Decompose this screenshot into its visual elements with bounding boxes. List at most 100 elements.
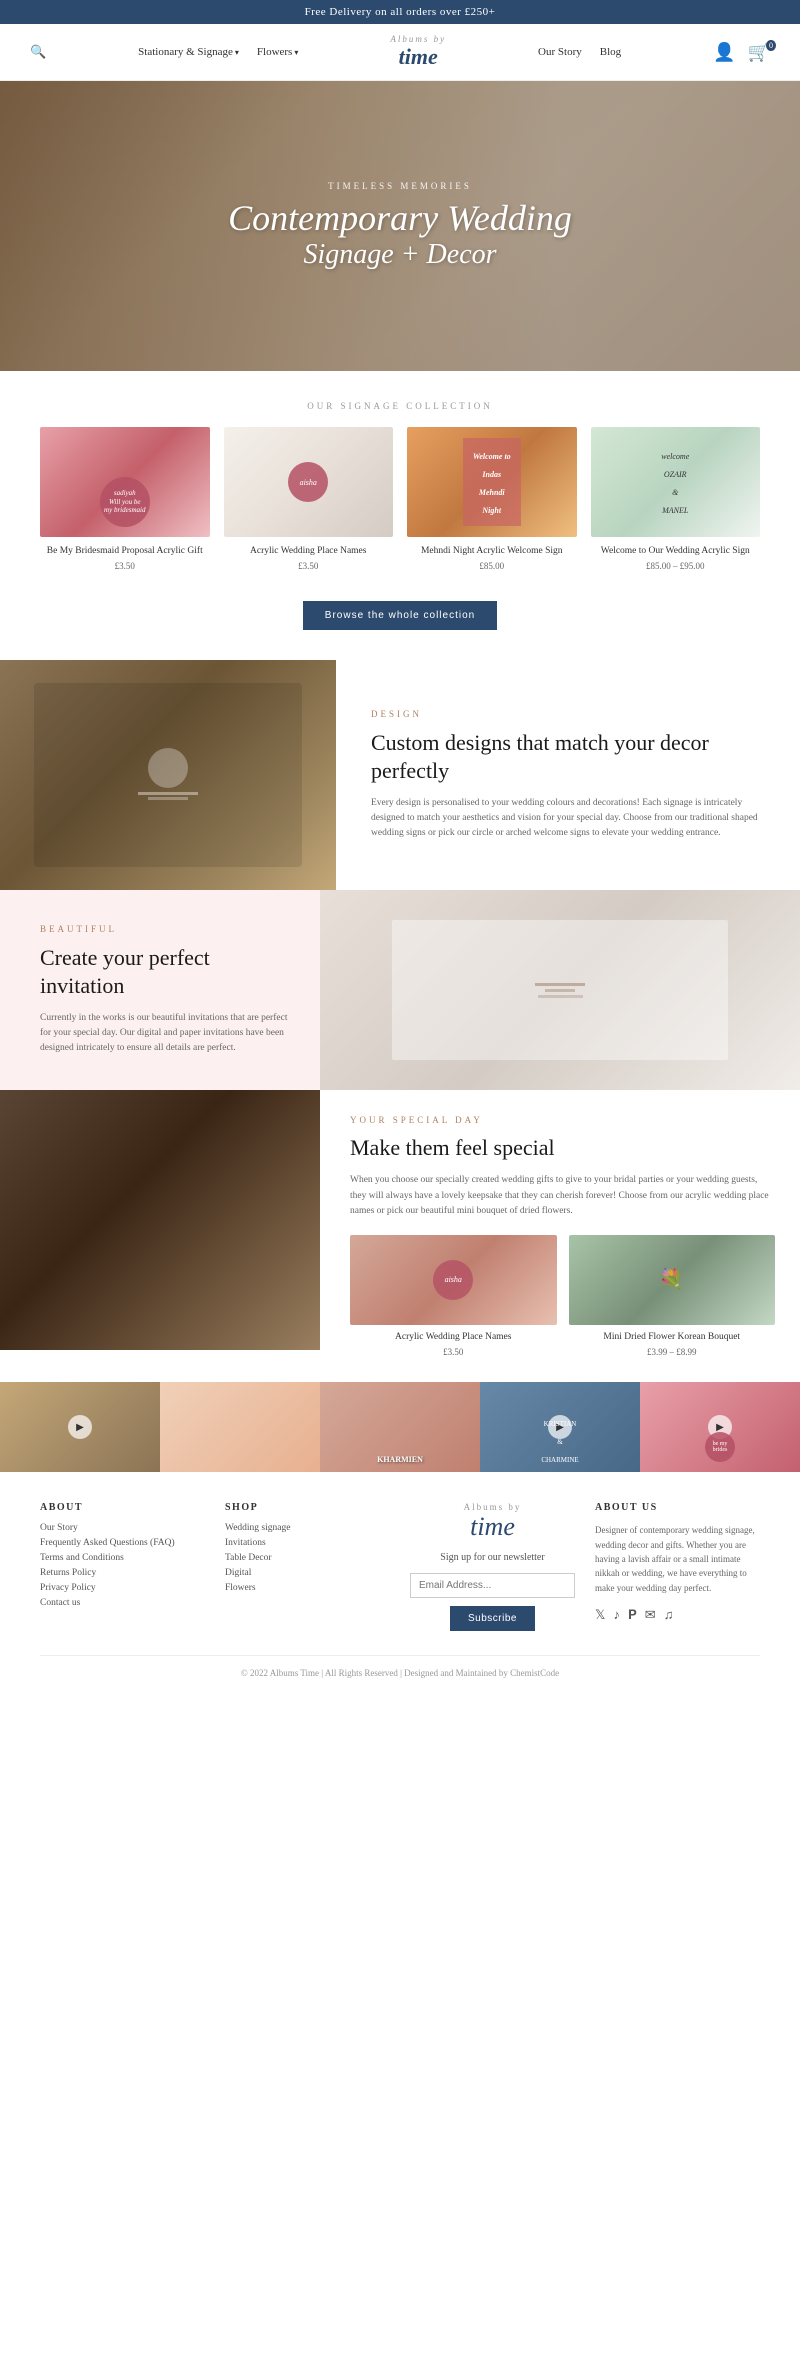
social-icon-tiktok[interactable]: ♪	[613, 1607, 620, 1623]
design-text-block: DESIGN Custom designs that match your de…	[336, 660, 800, 890]
banner-text: Free Delivery on all orders over £250+	[305, 6, 496, 18]
video-thumb-1[interactable]	[160, 1382, 320, 1472]
product-price-2: £85.00	[407, 561, 577, 571]
social-icon-pinterest[interactable]: 𝐏	[628, 1607, 637, 1623]
hero-subtitle: TIMELESS MEMORIES	[228, 181, 572, 191]
copyright-text: © 2022 Albums Time | All Rights Reserved…	[241, 1668, 559, 1678]
nav-logo-block[interactable]: Albums by time	[390, 34, 446, 70]
hero-title-line2: Signage + Decor	[228, 239, 572, 271]
special-product-price-0: £3.50	[350, 1347, 557, 1357]
special-day-body: When you choose our specially created we…	[350, 1173, 775, 1219]
hero-content: TIMELESS MEMORIES Contemporary Wedding S…	[228, 181, 572, 271]
site-logo[interactable]: time	[390, 44, 446, 70]
footer-social-icons: 𝕏 ♪ 𝐏 ✉ ♫	[595, 1607, 760, 1628]
footer-logo: Albums by time	[410, 1502, 575, 1542]
footer-about-us-col: ABOUT US Designer of contemporary weddin…	[595, 1502, 760, 1631]
account-icon[interactable]: 👤	[713, 42, 735, 63]
invitation-body-text: Currently in the works is our beautiful …	[40, 1011, 295, 1057]
footer-about-link-4[interactable]: Privacy Policy	[40, 1583, 205, 1593]
footer-about-link-5[interactable]: Contact us	[40, 1598, 205, 1608]
footer-shop-link-1[interactable]: Invitations	[225, 1538, 390, 1548]
special-product-price-1: £3.99 – £8.99	[569, 1347, 776, 1357]
special-day-category: YOUR SPECIAL DAY	[350, 1115, 775, 1125]
footer-shop-heading: SHOP	[225, 1502, 390, 1513]
nav-link-stationary[interactable]: Stationary & Signage	[138, 46, 239, 58]
design-heading: Custom designs that match your decor per…	[371, 729, 770, 784]
product-card-1[interactable]: aisha Acrylic Wedding Place Names £3.50	[224, 427, 394, 571]
play-button-0[interactable]: ▶	[68, 1415, 92, 1439]
invitation-image	[320, 890, 800, 1090]
footer: ABOUT Our Story Frequently Asked Questio…	[0, 1472, 800, 1698]
hero-title-line1: Contemporary Wedding	[228, 199, 572, 239]
signage-section: OUR SIGNAGE COLLECTION sadiyahWill you b…	[0, 371, 800, 660]
nav-link-flowers[interactable]: Flowers	[257, 46, 298, 58]
footer-shop-link-3[interactable]: Digital	[225, 1568, 390, 1578]
invitation-text-block: BEAUTIFUL Create your perfect invitation…	[0, 890, 320, 1090]
social-icon-email[interactable]: ✉	[645, 1607, 656, 1623]
footer-about-link-0[interactable]: Our Story	[40, 1523, 205, 1533]
product-name-0: Be My Bridesmaid Proposal Acrylic Gift	[40, 545, 210, 557]
special-product-name-0: Acrylic Wedding Place Names	[350, 1331, 557, 1343]
special-product-1[interactable]: 💐 Mini Dried Flower Korean Bouquet £3.99…	[569, 1235, 776, 1357]
newsletter-label: Sign up for our newsletter	[410, 1552, 575, 1563]
footer-shop-link-2[interactable]: Table Decor	[225, 1553, 390, 1563]
special-products-grid: aisha Acrylic Wedding Place Names £3.50 …	[350, 1235, 775, 1357]
design-body-text: Every design is personalised to your wed…	[371, 796, 770, 842]
products-grid: sadiyahWill you bemy bridesmaid Be My Br…	[40, 427, 760, 571]
invitation-heading: Create your perfect invitation	[40, 944, 295, 999]
top-banner: Free Delivery on all orders over £250+	[0, 0, 800, 24]
cart-icon[interactable]: 🛒0	[748, 42, 770, 63]
product-card-3[interactable]: welcomeOZAIR&MANEL Welcome to Our Weddin…	[591, 427, 761, 571]
browse-collection-button[interactable]: Browse the whole collection	[303, 601, 497, 630]
design-section: DESIGN Custom designs that match your de…	[0, 660, 800, 890]
special-day-content: YOUR SPECIAL DAY Make them feel special …	[320, 1090, 800, 1382]
video-thumb-3[interactable]: ▶ KRISTIAN&CHARMINE	[480, 1382, 640, 1472]
product-name-2: Mehndi Night Acrylic Welcome Sign	[407, 545, 577, 557]
product-image-0: sadiyahWill you bemy bridesmaid	[40, 427, 210, 537]
footer-about-link-2[interactable]: Terms and Conditions	[40, 1553, 205, 1563]
footer-shop-col: SHOP Wedding signage Invitations Table D…	[225, 1502, 390, 1631]
footer-top: ABOUT Our Story Frequently Asked Questio…	[40, 1502, 760, 1631]
nav-link-blog[interactable]: Blog	[600, 46, 621, 58]
subscribe-button[interactable]: Subscribe	[450, 1606, 535, 1631]
product-card-0[interactable]: sadiyahWill you bemy bridesmaid Be My Br…	[40, 427, 210, 571]
video-thumb-0[interactable]: ▶	[0, 1382, 160, 1472]
nav-link-our-story[interactable]: Our Story	[538, 46, 582, 58]
signage-section-label: OUR SIGNAGE COLLECTION	[40, 401, 760, 411]
special-day-heading: Make them feel special	[350, 1135, 775, 1161]
footer-about-us-heading: ABOUT US	[595, 1502, 760, 1513]
invitation-section: BEAUTIFUL Create your perfect invitation…	[0, 890, 800, 1090]
newsletter-email-input[interactable]	[410, 1573, 575, 1598]
invitation-category-label: BEAUTIFUL	[40, 924, 295, 934]
special-product-0[interactable]: aisha Acrylic Wedding Place Names £3.50	[350, 1235, 557, 1357]
special-product-name-1: Mini Dried Flower Korean Bouquet	[569, 1331, 776, 1343]
navigation: 🔍 Stationary & Signage Flowers Albums by…	[0, 24, 800, 81]
special-product-image-1: 💐	[569, 1235, 776, 1325]
search-icon[interactable]: 🔍	[30, 44, 46, 60]
footer-newsletter-col: Albums by time Sign up for our newslette…	[410, 1502, 575, 1631]
product-price-1: £3.50	[224, 561, 394, 571]
footer-about-link-1[interactable]: Frequently Asked Questions (FAQ)	[40, 1538, 205, 1548]
design-category-label: DESIGN	[371, 709, 770, 719]
product-card-2[interactable]: Welcome toIndasMehndiNight Mehndi Night …	[407, 427, 577, 571]
social-icon-twitter[interactable]: 𝕏	[595, 1607, 605, 1623]
footer-about-col: ABOUT Our Story Frequently Asked Questio…	[40, 1502, 205, 1631]
special-product-image-0: aisha	[350, 1235, 557, 1325]
nav-links-right: Our Story Blog	[538, 46, 621, 58]
nav-links: Stationary & Signage Flowers	[138, 46, 298, 58]
footer-about-heading: ABOUT	[40, 1502, 205, 1513]
product-image-3: welcomeOZAIR&MANEL	[591, 427, 761, 537]
footer-about-link-3[interactable]: Returns Policy	[40, 1568, 205, 1578]
product-name-1: Acrylic Wedding Place Names	[224, 545, 394, 557]
product-price-3: £85.00 – £95.00	[591, 561, 761, 571]
design-image	[0, 660, 336, 890]
footer-shop-link-0[interactable]: Wedding signage	[225, 1523, 390, 1533]
video-thumb-2[interactable]: KHARMIEN	[320, 1382, 480, 1472]
special-day-section: YOUR SPECIAL DAY Make them feel special …	[0, 1090, 800, 1382]
video-thumb-4[interactable]: ▶ be mybrides	[640, 1382, 800, 1472]
product-image-1: aisha	[224, 427, 394, 537]
product-price-0: £3.50	[40, 561, 210, 571]
social-icon-music[interactable]: ♫	[664, 1607, 674, 1623]
product-name-3: Welcome to Our Wedding Acrylic Sign	[591, 545, 761, 557]
footer-shop-link-4[interactable]: Flowers	[225, 1583, 390, 1593]
